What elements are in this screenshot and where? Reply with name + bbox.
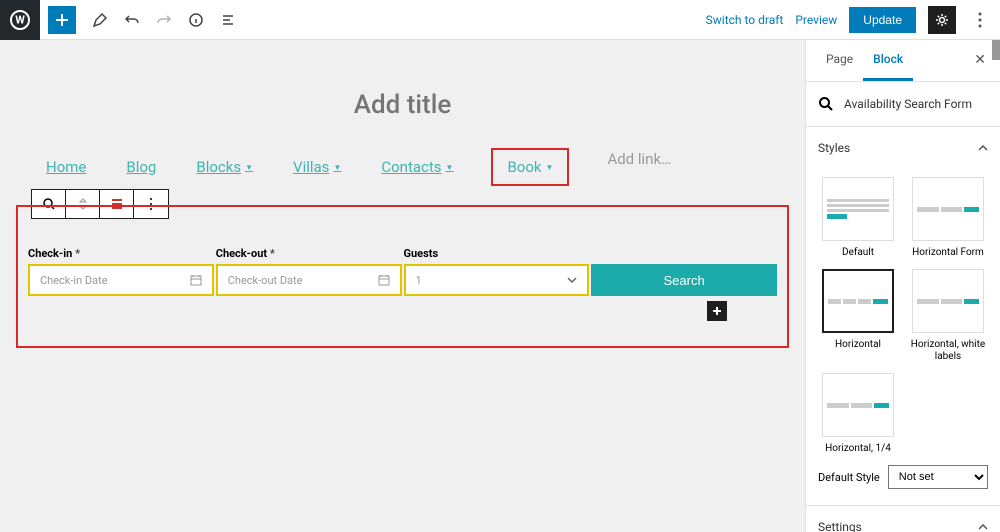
chevron-down-icon: ▼ bbox=[245, 163, 253, 172]
guests-value: 1 bbox=[416, 274, 422, 287]
settings-panel: Settings bbox=[806, 506, 1000, 532]
availability-search-block[interactable]: Check-in * Check-in Date Check-out * Che… bbox=[16, 205, 789, 348]
checkin-input[interactable]: Check-in Date bbox=[28, 264, 214, 296]
search-form-row: Check-in * Check-in Date Check-out * Che… bbox=[28, 247, 777, 296]
checkout-label: Check-out * bbox=[216, 247, 402, 260]
style-option-horizontal[interactable]: Horizontal bbox=[818, 269, 898, 363]
undo-icon[interactable] bbox=[120, 8, 144, 32]
add-inner-block-button[interactable] bbox=[707, 301, 727, 321]
style-option-horizontal-quarter[interactable]: Horizontal, 1/4 bbox=[818, 373, 898, 455]
styles-grid: Default Horizontal Form Horizontal Horiz… bbox=[818, 177, 988, 455]
nav-link-book[interactable]: Book▼ bbox=[493, 150, 567, 184]
guests-select[interactable]: 1 bbox=[404, 264, 590, 296]
chevron-down-icon: ▼ bbox=[546, 163, 554, 172]
chevron-up-icon bbox=[978, 524, 988, 530]
add-block-button[interactable] bbox=[48, 6, 76, 34]
tab-page[interactable]: Page bbox=[816, 40, 863, 81]
nav-link-contacts[interactable]: Contacts▼ bbox=[381, 150, 453, 184]
styles-panel: Styles Default Horizontal Form Horizon bbox=[806, 127, 1000, 506]
navigation-block: Home Blog Blocks▼ Villas▼ Contacts▼ Book… bbox=[16, 150, 789, 184]
chevron-down-icon bbox=[567, 277, 577, 283]
chevron-down-icon: ▼ bbox=[446, 163, 454, 172]
wordpress-icon bbox=[10, 10, 30, 30]
page-title-input[interactable]: Add title bbox=[8, 90, 797, 120]
style-option-horizontal-white[interactable]: Horizontal, white labels bbox=[908, 269, 988, 363]
tab-block[interactable]: Block bbox=[863, 40, 913, 81]
nav-link-blocks[interactable]: Blocks▼ bbox=[196, 150, 253, 184]
editor-top-toolbar: Switch to draft Preview Update bbox=[0, 0, 1000, 40]
preview-link[interactable]: Preview bbox=[795, 13, 837, 27]
checkin-placeholder-text: Check-in Date bbox=[40, 274, 108, 287]
style-option-default[interactable]: Default bbox=[818, 177, 898, 259]
search-button[interactable]: Search bbox=[591, 264, 777, 296]
sidebar-tabs: Page Block ✕ bbox=[806, 40, 1000, 82]
scrollbar-thumb[interactable] bbox=[992, 40, 1000, 60]
add-nav-link[interactable]: Add link… bbox=[607, 150, 671, 184]
chevron-up-icon bbox=[978, 145, 988, 151]
default-style-label: Default Style bbox=[818, 471, 880, 484]
editor-area: Add title Home Blog Blocks▼ Villas▼ Cont… bbox=[0, 40, 1000, 532]
nav-link-villas[interactable]: Villas▼ bbox=[293, 150, 341, 184]
redo-icon[interactable] bbox=[152, 8, 176, 32]
close-panel-icon[interactable]: ✕ bbox=[970, 40, 990, 81]
guests-label: Guests bbox=[404, 247, 590, 260]
toolbar-tools bbox=[88, 8, 240, 32]
nav-link-blog[interactable]: Blog bbox=[126, 150, 156, 184]
checkout-input[interactable]: Check-out Date bbox=[216, 264, 402, 296]
styles-panel-header[interactable]: Styles bbox=[806, 127, 1000, 169]
gear-icon bbox=[934, 12, 950, 28]
settings-button[interactable] bbox=[928, 6, 956, 34]
nav-link-home[interactable]: Home bbox=[46, 150, 86, 184]
settings-panel-header[interactable]: Settings bbox=[806, 506, 1000, 532]
calendar-icon bbox=[190, 274, 202, 286]
calendar-icon bbox=[378, 274, 390, 286]
default-style-select[interactable]: Not set bbox=[888, 465, 988, 489]
toolbar-right-group: Switch to draft Preview Update bbox=[706, 6, 992, 34]
plus-icon bbox=[711, 305, 723, 317]
plus-icon bbox=[53, 11, 71, 29]
outline-icon[interactable] bbox=[216, 8, 240, 32]
more-options-icon[interactable] bbox=[968, 8, 992, 32]
wordpress-logo[interactable] bbox=[0, 0, 40, 40]
block-name-label: Availability Search Form bbox=[844, 97, 972, 111]
switch-to-draft-link[interactable]: Switch to draft bbox=[706, 13, 784, 27]
style-option-horizontal-form[interactable]: Horizontal Form bbox=[908, 177, 988, 259]
edit-tool-icon[interactable] bbox=[88, 8, 112, 32]
settings-sidebar: Page Block ✕ Availability Search Form St… bbox=[805, 40, 1000, 532]
chevron-down-icon: ▼ bbox=[333, 163, 341, 172]
checkout-placeholder-text: Check-out Date bbox=[228, 274, 303, 287]
info-icon[interactable] bbox=[184, 8, 208, 32]
checkin-label: Check-in * bbox=[28, 247, 214, 260]
block-identity: Availability Search Form bbox=[806, 82, 1000, 127]
search-icon bbox=[818, 96, 834, 112]
content-area[interactable]: Add title Home Blog Blocks▼ Villas▼ Cont… bbox=[0, 40, 805, 532]
update-button[interactable]: Update bbox=[849, 7, 916, 33]
